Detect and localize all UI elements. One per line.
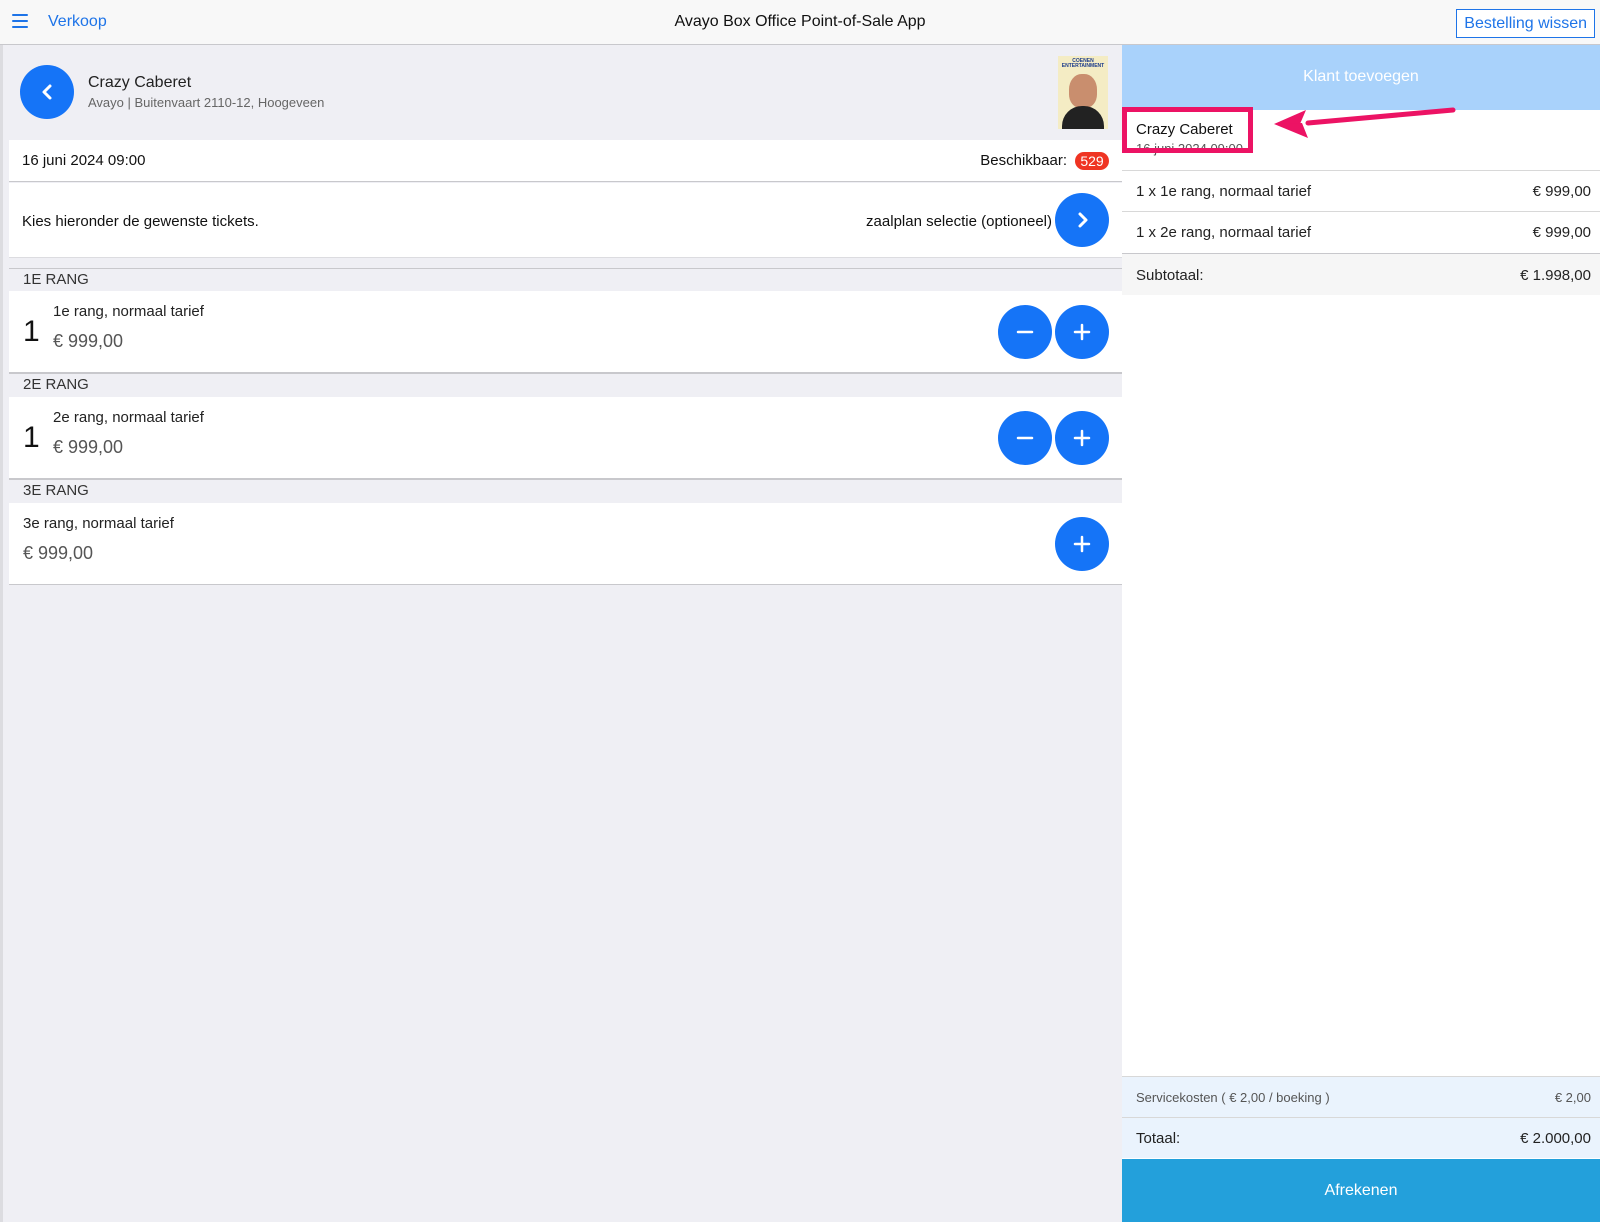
event-poster: COENEN ENTERTAINMENT	[1058, 56, 1108, 129]
nav-link-verkoop[interactable]: Verkoop	[48, 13, 107, 31]
chevron-right-icon	[1078, 212, 1088, 228]
available-label: Beschikbaar:	[980, 152, 1067, 169]
cart-line-item: 1 x 1e rang, normaal tarief € 999,00	[1122, 170, 1600, 211]
service-fees-row: Servicekosten ( € 2,00 / boeking ) € 2,0…	[1122, 1076, 1600, 1117]
poster-body	[1062, 106, 1104, 129]
event-title: Crazy Caberet	[88, 74, 192, 91]
event-header: Crazy Caberet Avayo | Buitenvaart 2110-1…	[3, 45, 1122, 140]
service-fees-value: € 2,00	[1554, 1090, 1591, 1105]
clear-order-button[interactable]: Bestelling wissen	[1456, 9, 1595, 38]
app-title: Avayo Box Office Point-of-Sale App	[674, 13, 926, 30]
ticket-quantity: 1	[23, 421, 40, 454]
subtotal-value: € 1.998,00	[1520, 267, 1591, 284]
cart-pane: Klant toevoegen 16 juni 2024 09:00 Crazy…	[1122, 45, 1600, 1222]
rank-header-3: 3E RANG	[9, 479, 1122, 503]
seatmap-selection-label: zaalplan selectie (optioneel)	[866, 213, 1052, 230]
plus-icon	[1073, 535, 1091, 553]
add-customer-button[interactable]: Klant toevoegen	[1122, 45, 1600, 110]
ticket-quantity: 1	[23, 315, 40, 348]
total-label: Totaal:	[1136, 1130, 1181, 1147]
decrease-quantity-button[interactable]	[998, 305, 1052, 359]
rank-header-2: 2E RANG	[9, 373, 1122, 397]
checkout-button[interactable]: Afrekenen	[1122, 1159, 1600, 1222]
subtotal-label: Subtotaal:	[1136, 267, 1204, 284]
service-fees-label: Servicekosten ( € 2,00 / boeking )	[1136, 1090, 1330, 1105]
poster-face	[1069, 74, 1097, 108]
available-count-badge: 529	[1075, 152, 1109, 170]
seatmap-selection-button[interactable]	[1055, 193, 1109, 247]
event-venue: Avayo | Buitenvaart 2110-12, Hoogeveen	[88, 95, 325, 110]
back-button[interactable]	[20, 65, 74, 119]
choose-tickets-row: Kies hieronder de gewenste tickets. zaal…	[9, 183, 1122, 258]
choose-tickets-text: Kies hieronder de gewenste tickets.	[22, 213, 259, 230]
chevron-left-icon	[42, 84, 52, 100]
poster-logo-text: COENEN ENTERTAINMENT	[1061, 58, 1105, 69]
cart-line-price: € 999,00	[1532, 183, 1591, 200]
total-value: € 2.000,00	[1520, 1130, 1591, 1147]
plus-icon	[1073, 429, 1091, 447]
decrease-quantity-button[interactable]	[998, 411, 1052, 465]
rank-header-1: 1E RANG	[9, 268, 1122, 292]
cart-line-desc: 1 x 1e rang, normaal tarief	[1136, 183, 1312, 200]
ticket-row-1e-rang: 1 1e rang, normaal tarief € 999,00	[9, 291, 1122, 373]
hamburger-menu-icon[interactable]	[12, 14, 28, 28]
minus-icon	[1016, 436, 1034, 440]
ticket-price: € 999,00	[53, 437, 124, 457]
ticket-row-2e-rang: 1 2e rang, normaal tarief € 999,00	[9, 397, 1122, 479]
increase-quantity-button[interactable]	[1055, 517, 1109, 571]
event-date: 16 juni 2024 09:00	[22, 152, 146, 169]
minus-icon	[1016, 330, 1034, 334]
ticket-name: 2e rang, normaal tarief	[53, 409, 204, 426]
plus-icon	[1073, 323, 1091, 341]
ticket-selection-pane: Crazy Caberet Avayo | Buitenvaart 2110-1…	[0, 45, 1122, 1222]
increase-quantity-button[interactable]	[1055, 305, 1109, 359]
total-row: Totaal: € 2.000,00	[1122, 1117, 1600, 1158]
cart-line-price: € 999,00	[1532, 224, 1591, 241]
ticket-price: € 999,00	[53, 331, 124, 351]
cart-event-title: Crazy Caberet	[1136, 121, 1233, 138]
ticket-name: 1e rang, normaal tarief	[53, 303, 204, 320]
ticket-row-3e-rang: 3e rang, normaal tarief € 999,00	[9, 503, 1122, 585]
cart-line-desc: 1 x 2e rang, normaal tarief	[1136, 224, 1312, 241]
ticket-name: 3e rang, normaal tarief	[23, 515, 174, 532]
top-bar: Verkoop Avayo Box Office Point-of-Sale A…	[0, 0, 1600, 45]
increase-quantity-button[interactable]	[1055, 411, 1109, 465]
annotation-arrow-icon	[1274, 107, 1456, 138]
cart-line-item: 1 x 2e rang, normaal tarief € 999,00	[1122, 211, 1600, 252]
subtotal-row: Subtotaal: € 1.998,00	[1122, 253, 1600, 295]
ticket-price: € 999,00	[23, 543, 94, 563]
event-date-row: 16 juni 2024 09:00 Beschikbaar: 529	[9, 140, 1122, 182]
